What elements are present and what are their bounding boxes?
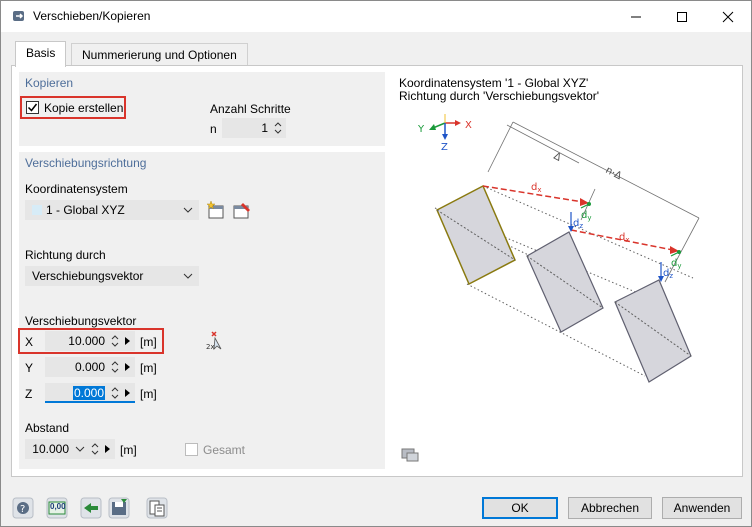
tab-nummerierung[interactable]: Nummerierung und Optionen bbox=[71, 43, 248, 67]
anzahl-schritte-value: 1 bbox=[261, 121, 268, 135]
spin-updown-icon[interactable] bbox=[111, 359, 119, 375]
help-button[interactable]: ? bbox=[11, 496, 35, 520]
spin-updown-icon[interactable] bbox=[111, 333, 119, 349]
diagram-options-button[interactable] bbox=[399, 444, 421, 464]
new-coordinate-system-button[interactable] bbox=[205, 199, 227, 221]
anzahl-schritte-spinner[interactable]: 1 bbox=[222, 118, 286, 138]
cancel-button[interactable]: Abbrechen bbox=[568, 497, 652, 519]
x-value: 10.000 bbox=[68, 334, 105, 348]
y-value-spinner[interactable]: 0.000 bbox=[45, 357, 135, 377]
dx-label-2: dx bbox=[619, 232, 630, 244]
gesamt-label: Gesamt bbox=[203, 443, 246, 457]
z-value-spinner[interactable]: 0.000 bbox=[45, 383, 135, 403]
z-unit: [m] bbox=[140, 387, 157, 401]
close-button[interactable] bbox=[705, 1, 751, 32]
n-label: n bbox=[210, 122, 217, 136]
table-icon bbox=[146, 497, 168, 519]
kopie-label[interactable]: Kopie erstellen bbox=[44, 101, 123, 115]
x-value-spinner[interactable]: 10.000 bbox=[45, 331, 135, 351]
transfer-icon bbox=[80, 497, 102, 519]
koordinatensystem-value: 1 - Global XYZ bbox=[46, 203, 125, 217]
svg-text:?: ? bbox=[20, 504, 25, 515]
kopie-checkbox[interactable] bbox=[26, 101, 39, 114]
print-graphic-icon bbox=[401, 448, 419, 462]
title-bar: Verschieben/Kopieren bbox=[1, 1, 751, 32]
y-unit: [m] bbox=[140, 361, 157, 375]
anzahl-schritte-label: Anzahl Schritte bbox=[210, 102, 291, 116]
apply-button[interactable]: Anwenden bbox=[662, 497, 742, 519]
abstand-spinner[interactable]: 10.000 bbox=[25, 439, 115, 459]
axis-y-label: Y bbox=[417, 124, 425, 135]
x-label: X bbox=[25, 335, 34, 349]
pick-arrow-icon[interactable] bbox=[125, 363, 131, 371]
abstand-unit: [m] bbox=[120, 443, 137, 457]
abstand-label: Abstand bbox=[25, 421, 70, 435]
ok-button[interactable]: OK bbox=[482, 497, 558, 519]
verschiebungsvektor-label: Verschiebungsvektor bbox=[25, 314, 137, 328]
checkmark-icon bbox=[27, 103, 38, 112]
gesamt-checkbox[interactable] bbox=[185, 443, 198, 456]
move-copy-app-icon bbox=[13, 11, 24, 21]
close-icon bbox=[722, 11, 734, 23]
pick-arrow-icon[interactable] bbox=[105, 445, 111, 453]
koordinatensystem-label: Koordinatensystem bbox=[25, 182, 128, 196]
delta-label: Δ bbox=[552, 151, 563, 164]
richtung-durch-combo[interactable]: Verschiebungsvektor bbox=[25, 266, 199, 286]
abstand-value: 10.000 bbox=[32, 442, 69, 456]
help-icon: ? bbox=[12, 497, 34, 519]
maximize-icon bbox=[677, 12, 687, 22]
pick-arrow-icon[interactable] bbox=[125, 389, 131, 397]
spin-updown-icon[interactable] bbox=[274, 120, 282, 136]
save-settings-button[interactable] bbox=[107, 496, 131, 520]
transfer-button[interactable] bbox=[79, 496, 103, 520]
pick-arrow-icon[interactable] bbox=[125, 337, 131, 345]
spin-updown-icon[interactable] bbox=[91, 441, 99, 457]
richtung-durch-label: Richtung durch bbox=[25, 248, 106, 262]
copy-plate-2 bbox=[614, 279, 692, 383]
chevron-down-icon[interactable] bbox=[75, 446, 85, 452]
z-label: Z bbox=[25, 387, 33, 401]
kopieren-group-title: Kopieren bbox=[25, 76, 74, 90]
copy-plate-1 bbox=[526, 231, 604, 333]
axis-triad: X Y Z bbox=[417, 114, 472, 153]
x-unit: [m] bbox=[140, 335, 157, 349]
pick-vector-icon: 2x bbox=[206, 331, 222, 351]
richtung-durch-value: Verschiebungsvektor bbox=[32, 269, 144, 283]
axis-x-label: X bbox=[465, 120, 472, 131]
dx-label-1: dx bbox=[531, 182, 542, 194]
verschiebungsrichtung-title: Verschiebungsrichtung bbox=[25, 156, 147, 170]
maximize-button[interactable] bbox=[659, 1, 705, 32]
chevron-down-icon bbox=[183, 207, 193, 213]
y-value: 0.000 bbox=[74, 360, 105, 374]
units-icon-text: 0,00 bbox=[50, 502, 66, 511]
units-button[interactable]: 0,00 bbox=[45, 496, 69, 520]
z-value[interactable]: 0.000 bbox=[72, 386, 105, 400]
spin-updown-icon[interactable] bbox=[111, 385, 119, 401]
dialog-window: Verschieben/Kopieren Basis Nummerierung … bbox=[0, 0, 752, 527]
new-coordinate-system-icon bbox=[206, 200, 224, 219]
coordinate-system-swatch-icon bbox=[32, 205, 42, 215]
table-button[interactable] bbox=[145, 496, 169, 520]
edit-coordinate-system-button[interactable] bbox=[231, 199, 253, 221]
pick-vector-button[interactable]: 2x bbox=[205, 329, 227, 351]
y-label: Y bbox=[25, 361, 34, 375]
koordinatensystem-combo[interactable]: 1 - Global XYZ bbox=[25, 200, 199, 220]
tab-basis[interactable]: Basis bbox=[15, 41, 67, 67]
dy-label-2: dy bbox=[671, 258, 682, 270]
displacement-diagram: X Y Z Δ n·Δ dx dx dy dz dy dz bbox=[417, 114, 700, 383]
edit-coordinate-system-icon bbox=[233, 203, 250, 219]
minimize-button[interactable] bbox=[613, 1, 659, 32]
chevron-down-icon bbox=[183, 273, 193, 279]
save-icon bbox=[108, 497, 130, 519]
dimension-lines bbox=[487, 121, 700, 283]
dy-label-1: dy bbox=[581, 210, 592, 222]
n-delta-label: n·Δ bbox=[604, 165, 624, 182]
axis-z-label: Z bbox=[441, 142, 448, 153]
window-title: Verschieben/Kopieren bbox=[33, 9, 151, 23]
minimize-icon bbox=[631, 16, 641, 18]
svg-text:2x: 2x bbox=[206, 343, 215, 351]
original-plate bbox=[436, 184, 516, 286]
diagram-panel: Koordinatensystem '1 - Global XYZ' Richt… bbox=[395, 72, 740, 469]
